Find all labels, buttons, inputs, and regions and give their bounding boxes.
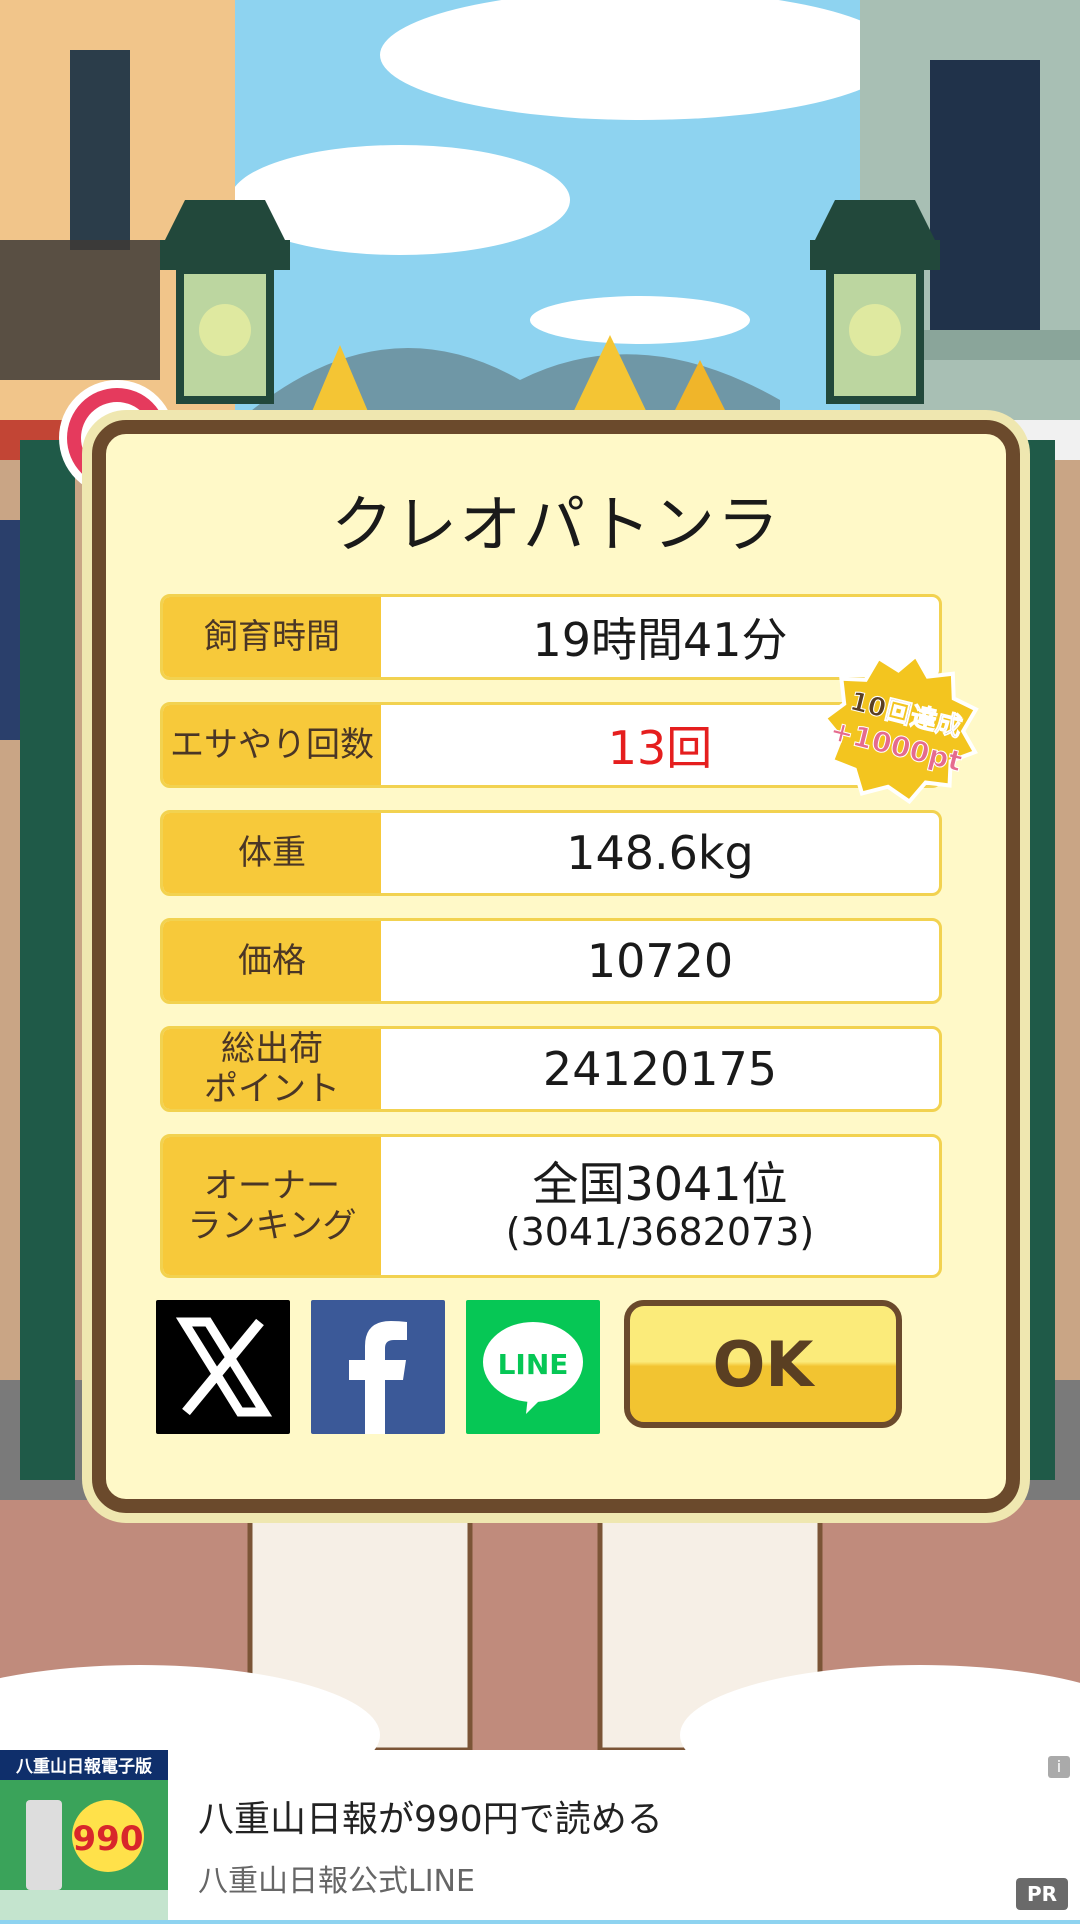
stat-label: 体重 — [163, 813, 381, 893]
line-label: LINE — [498, 1348, 569, 1381]
stat-row-total-points: 総出荷 ポイント 24120175 — [160, 1026, 942, 1112]
stat-row-price: 価格 10720 — [160, 918, 942, 1004]
ad-source: 八重山日報公式LINE — [198, 1864, 475, 1899]
stat-row-weight: 体重 148.6kg — [160, 810, 942, 896]
x-logo-icon — [175, 1317, 273, 1417]
ranking-value: 全国3041位 — [532, 1156, 788, 1211]
stat-label: オーナー ランキング — [163, 1137, 381, 1275]
stat-value: 10720 — [586, 934, 734, 988]
stat-row-owner-ranking: オーナー ランキング 全国3041位 (3041/3682073) — [160, 1134, 942, 1278]
ad-thumb-price: 990 — [73, 1819, 144, 1859]
ok-button[interactable]: OK — [624, 1300, 902, 1428]
stat-label: 価格 — [163, 921, 381, 1001]
info-icon[interactable]: i — [1048, 1756, 1070, 1778]
stat-label: 総出荷 ポイント — [163, 1029, 381, 1109]
ad-headline[interactable]: 八重山日報が990円で読める — [198, 1790, 663, 1842]
stat-value: 24120175 — [542, 1042, 778, 1096]
ad-thumb-title: 八重山日報電子版 — [16, 1756, 152, 1777]
stat-label: エサやり回数 — [163, 705, 381, 785]
ad-banner[interactable]: 八重山日報電子版 990 八重山日報が990円で読める 八重山日報公式LINE … — [0, 1750, 1080, 1920]
stat-label: 飼育時間 — [163, 597, 381, 677]
ranking-detail: (3041/3682073) — [505, 1209, 815, 1254]
pr-badge: PR — [1016, 1878, 1068, 1910]
ad-thumbnail[interactable]: 八重山日報電子版 990 — [0, 1750, 168, 1920]
stat-value: 148.6kg — [566, 826, 754, 880]
stat-value: 全国3041位 (3041/3682073) — [381, 1137, 939, 1275]
achievement-badge: 10回達成 +1000pt — [820, 650, 980, 810]
facebook-logo-icon — [349, 1321, 407, 1434]
line-logo-icon: LINE — [483, 1322, 583, 1414]
share-x-button[interactable] — [156, 1300, 290, 1434]
pet-name: クレオパトンラ — [331, 488, 781, 561]
share-line-button[interactable]: LINE — [466, 1300, 600, 1434]
share-facebook-button[interactable] — [311, 1300, 445, 1434]
result-panel: クレオパトンラ 飼育時間 19時間41分 エサやり回数 13回 体重 148.6… — [92, 420, 1020, 1513]
